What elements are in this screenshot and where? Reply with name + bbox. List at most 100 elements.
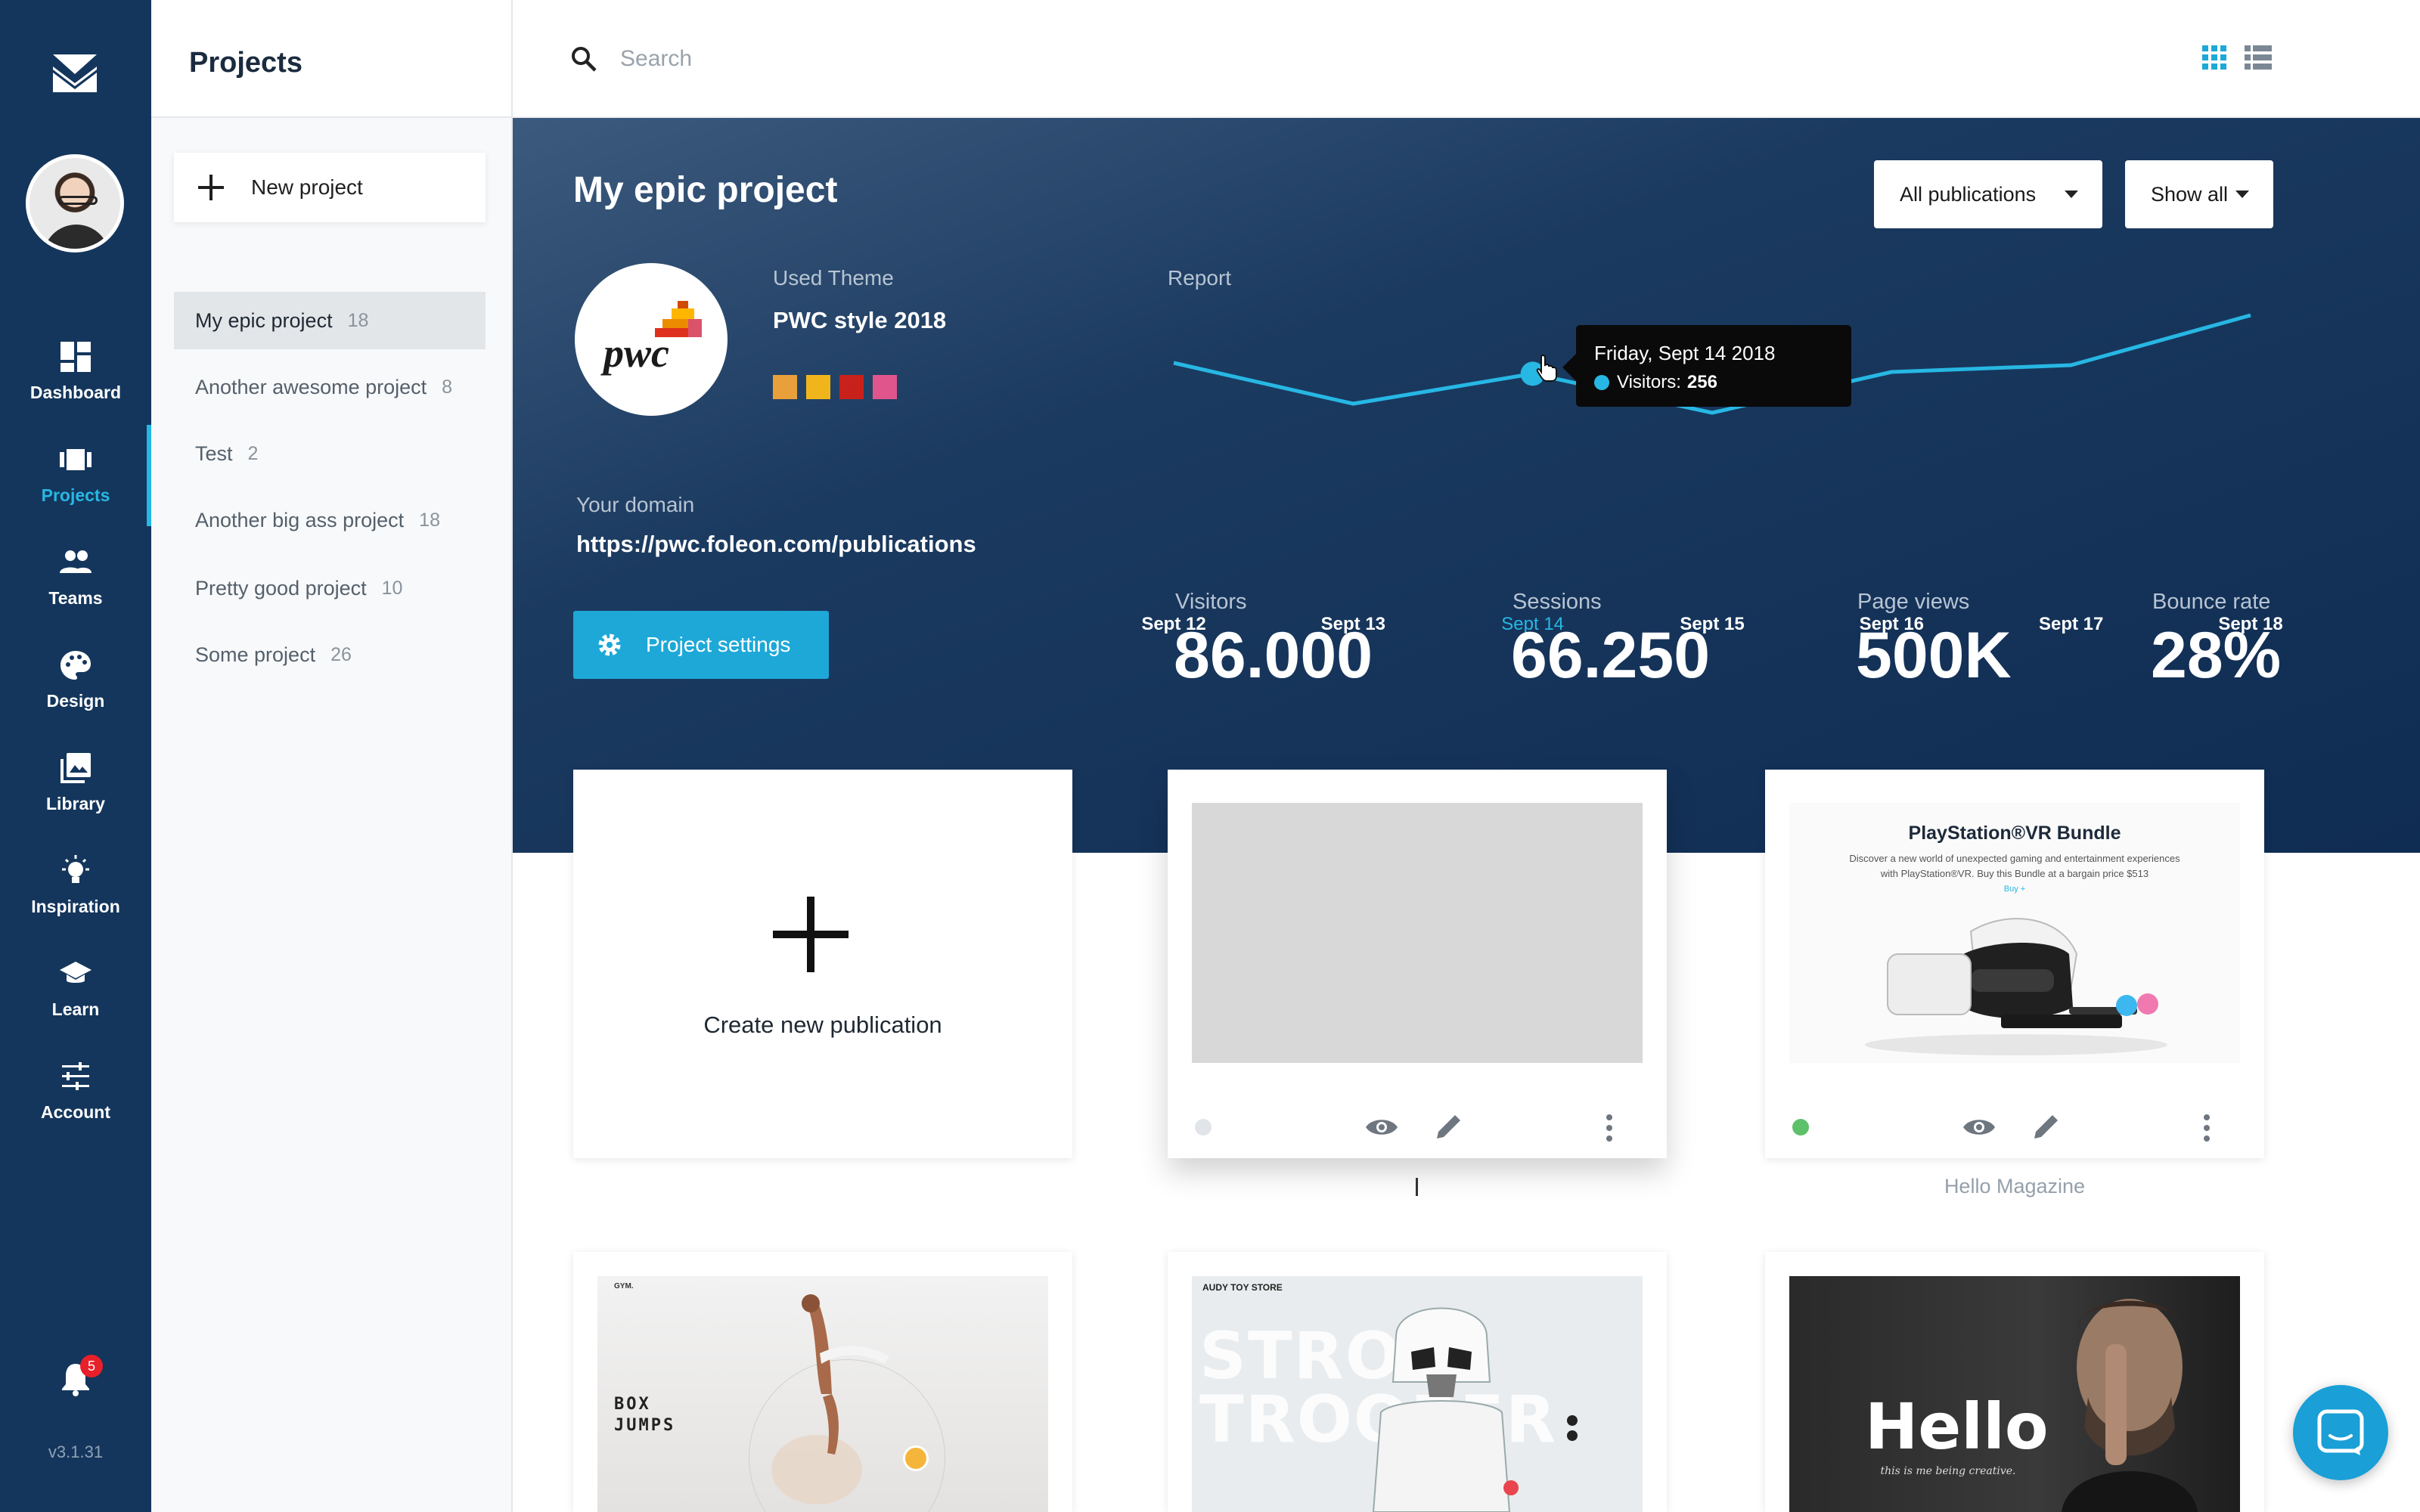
plus-icon xyxy=(198,175,224,200)
chart-tooltip: Friday, Sept 14 2018 Visitors: 256 xyxy=(1562,325,1851,407)
nav-inspiration-label: Inspiration xyxy=(31,897,120,916)
search-input[interactable] xyxy=(620,42,1301,76)
project-item[interactable]: Another awesome project 8 xyxy=(174,358,486,416)
foleon-logo-icon[interactable] xyxy=(51,50,98,97)
tooltip-series-dot xyxy=(1594,375,1609,390)
x-tick-label: Sept 17 xyxy=(2039,614,2103,634)
more-vertical-icon[interactable] xyxy=(1605,1113,1614,1143)
status-dot xyxy=(1792,1119,1809,1136)
nav-learn[interactable]: Learn xyxy=(0,957,151,1048)
create-publication-card[interactable]: Create new publication xyxy=(573,770,1072,1158)
pencil-icon[interactable] xyxy=(2031,1111,2062,1142)
more-vertical-icon[interactable] xyxy=(2202,1113,2211,1143)
publication-card[interactable]: GYM. BOX JUMPS xyxy=(573,1252,1072,1512)
project-count: 18 xyxy=(347,309,369,331)
nav-account-label: Account xyxy=(41,1102,110,1122)
new-project-button[interactable]: New project xyxy=(174,153,486,222)
stat-bounce-label: Bounce rate xyxy=(2152,590,2271,614)
project-settings-button[interactable]: Project settings xyxy=(573,611,829,679)
nav-dashboard[interactable]: Dashboard xyxy=(0,340,151,431)
project-name: Pretty good project xyxy=(195,576,367,600)
chat-launcher-button[interactable] xyxy=(2293,1385,2388,1480)
theme-swatch xyxy=(873,375,897,399)
publications-filter-dropdown[interactable]: All publications xyxy=(1874,160,2102,228)
project-item[interactable]: Another big ass project 18 xyxy=(174,491,486,549)
project-name: Another big ass project xyxy=(195,508,405,531)
chevron-down-icon xyxy=(2235,191,2249,198)
avatar-shirt xyxy=(43,225,110,249)
graduation-cap-icon xyxy=(60,962,92,983)
pencil-icon[interactable] xyxy=(1434,1111,1464,1142)
nav-library-label: Library xyxy=(46,794,105,813)
theme-swatch xyxy=(773,375,797,399)
tooltip-value: 256 xyxy=(1686,372,1717,392)
notification-badge: 5 xyxy=(80,1355,103,1377)
project-item[interactable]: Test 2 xyxy=(174,425,486,482)
visitors-chart[interactable]: Sept 12 Sept 13 Sept 14 Sept 15 Sept 16 Sept … xyxy=(1140,262,2290,662)
nav-teams[interactable]: Teams xyxy=(0,546,151,637)
thumb-text-1: Discover a new world of unexpected gamin… xyxy=(1849,853,2180,864)
nav-account[interactable]: Account xyxy=(0,1060,151,1151)
athlete-image xyxy=(771,1294,889,1504)
publication-thumbnail xyxy=(1192,803,1643,1063)
nav-design[interactable]: Design xyxy=(0,649,151,739)
hand-cursor-icon xyxy=(1536,354,1557,382)
status-dot xyxy=(1195,1119,1212,1136)
publication-card[interactable]: PlayStation®VR Bundle Discover a new wor… xyxy=(1765,770,2264,1158)
lightbulb-icon xyxy=(62,855,89,883)
show-filter-dropdown[interactable]: Show all xyxy=(2125,160,2273,228)
domain-link[interactable]: https://pwc.foleon.com/publications xyxy=(576,531,976,558)
eye-icon[interactable] xyxy=(1962,1114,1996,1140)
sliders-icon xyxy=(62,1062,89,1090)
nav-teams-label: Teams xyxy=(48,588,103,608)
nav-inspiration[interactable]: Inspiration xyxy=(0,854,151,945)
chevron-down-icon xyxy=(2065,191,2078,198)
domain-label: Your domain xyxy=(576,493,695,516)
nav-projects-label: Projects xyxy=(41,485,110,505)
dashboard-icon xyxy=(60,342,91,372)
nav-library[interactable]: Library xyxy=(0,751,151,842)
publication-card[interactable] xyxy=(1168,770,1667,1158)
theme-name: PWC style 2018 xyxy=(773,307,947,333)
thumb-text-1: BOX xyxy=(614,1395,651,1414)
publication-card[interactable]: Hello this is me being creative. xyxy=(1765,1252,2264,1512)
publication-thumbnail: PlayStation®VR Bundle Discover a new wor… xyxy=(1789,803,2240,1063)
plus-icon xyxy=(773,897,849,972)
stat-bounce-value: 28% xyxy=(2151,619,2282,692)
nav-projects[interactable]: Projects xyxy=(0,425,151,534)
projects-title: Projects xyxy=(189,47,302,79)
projects-panel: Projects New project My epic project 18 … xyxy=(151,0,513,1512)
stat-sessions-label: Sessions xyxy=(1512,590,1602,614)
project-name: Test xyxy=(195,442,233,465)
publication-card[interactable]: AUDY TOY STORE STROM TROOPER xyxy=(1168,1252,1667,1512)
thumb-title: PlayStation®VR Bundle xyxy=(1908,823,2121,844)
publication-thumbnail: AUDY TOY STORE STROM TROOPER xyxy=(1192,1276,1643,1512)
project-item[interactable]: My epic project 18 xyxy=(174,292,486,349)
project-count: 26 xyxy=(330,643,352,665)
grid-view-icon[interactable] xyxy=(2202,45,2226,70)
library-icon xyxy=(60,753,91,783)
theme-swatch xyxy=(806,375,830,399)
projects-header: Projects xyxy=(151,0,511,118)
project-item[interactable]: Some project 26 xyxy=(174,626,486,683)
project-name: Another awesome project xyxy=(195,375,427,398)
stat-sessions-value: 66.250 xyxy=(1511,619,1711,692)
project-item[interactable]: Pretty good project 10 xyxy=(174,559,486,617)
list-view-icon[interactable] xyxy=(2245,45,2272,70)
vr-headset-image xyxy=(1865,918,2167,1055)
publications-filter-value: All publications xyxy=(1900,182,2037,206)
teams-icon xyxy=(60,550,92,573)
eye-icon[interactable] xyxy=(1364,1114,1399,1140)
nav-learn-label: Learn xyxy=(51,999,100,1019)
thumb-brand: AUDY TOY STORE xyxy=(1202,1282,1283,1293)
user-avatar[interactable] xyxy=(26,154,124,253)
nav-design-label: Design xyxy=(46,691,105,711)
show-filter-value: Show all xyxy=(2151,182,2229,206)
stat-visitors-label: Visitors xyxy=(1175,590,1247,614)
main-nav: Dashboard Projects Teams Design Library … xyxy=(0,0,151,1512)
project-count: 18 xyxy=(419,509,440,531)
tooltip-date: Friday, Sept 14 2018 xyxy=(1594,342,1776,364)
publication-caption: Hello Magazine xyxy=(1944,1175,2086,1198)
thumb-headline: BOX JUMPS xyxy=(614,1394,675,1436)
stat-pageviews-value: 500K xyxy=(1856,619,2012,692)
